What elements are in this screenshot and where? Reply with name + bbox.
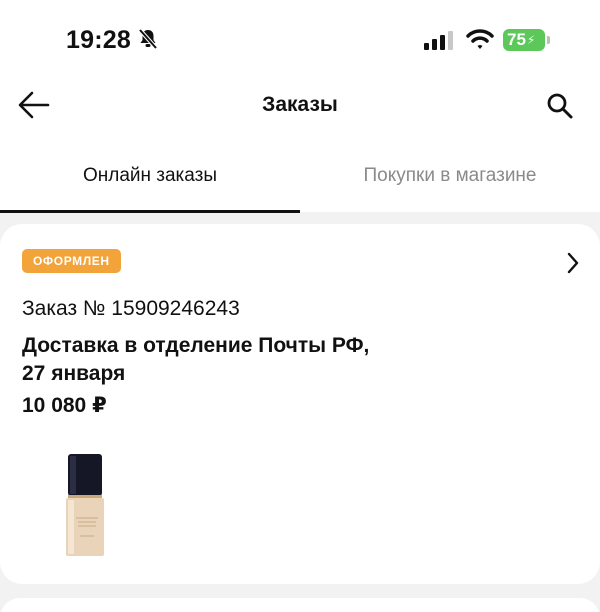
top-bar: 19:28 75 ⚡ Заказы Онлайн заказы Покупки … bbox=[0, 0, 600, 213]
battery-cap bbox=[547, 36, 550, 44]
bolt-icon: ⚡ bbox=[526, 33, 536, 47]
order-number: Заказ № 15909246243 bbox=[22, 297, 240, 320]
battery-level: 75 bbox=[507, 30, 526, 49]
product-image[interactable] bbox=[62, 452, 112, 565]
status-time: 19:28 bbox=[66, 26, 131, 54]
delivery-line-1: Доставка в отделение Почты РФ, bbox=[22, 334, 370, 357]
active-tab-indicator bbox=[0, 210, 300, 213]
signal-icon bbox=[424, 30, 456, 55]
status-badge: ОФОРМЛЕН bbox=[22, 249, 121, 273]
search-icon[interactable] bbox=[546, 92, 574, 125]
next-order-card[interactable] bbox=[0, 598, 600, 612]
page-title: Заказы bbox=[262, 93, 338, 116]
chevron-right-icon[interactable] bbox=[566, 252, 580, 279]
wifi-icon bbox=[466, 28, 494, 55]
tab-store-purchases[interactable]: Покупки в магазине bbox=[300, 165, 600, 187]
delivery-info: Доставка в отделение Почты РФ, 27 января bbox=[22, 332, 452, 388]
bell-slash-icon bbox=[138, 28, 158, 55]
order-card[interactable]: ОФОРМЛЕН Заказ № 15909246243 Доставка в … bbox=[0, 224, 600, 584]
delivery-line-2: 27 января bbox=[22, 362, 126, 385]
tab-online-orders[interactable]: Онлайн заказы bbox=[0, 165, 300, 187]
order-price: 10 080 ₽ bbox=[22, 394, 107, 417]
battery-icon: 75 ⚡ bbox=[503, 29, 545, 51]
